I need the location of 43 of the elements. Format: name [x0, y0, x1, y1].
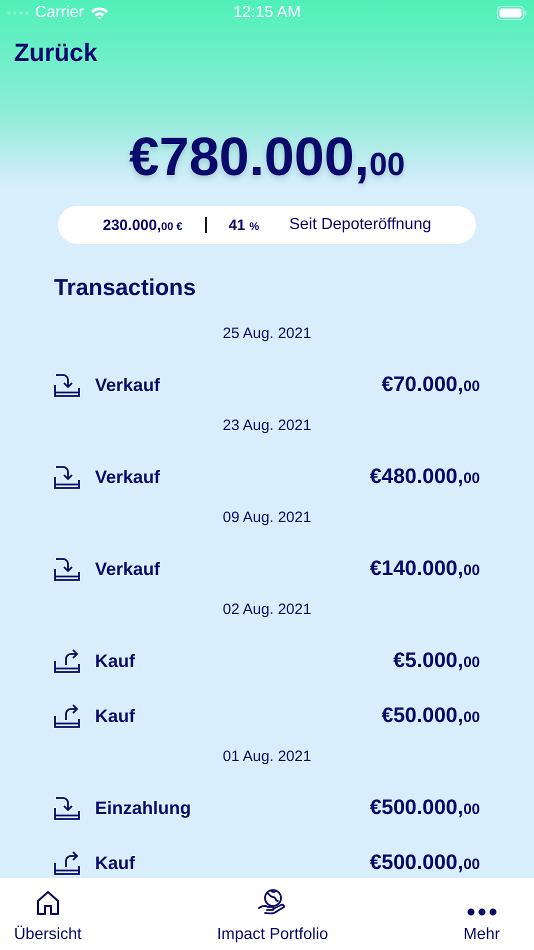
tray-in-icon	[54, 373, 80, 397]
back-button[interactable]: Zurück	[14, 39, 98, 68]
gain-amount: 230.000,00 €	[102, 216, 183, 234]
period-label: Seit Depoteröffnung	[289, 216, 432, 234]
tray-out-icon	[54, 851, 80, 875]
balance-amount: €780.000,00	[128, 126, 406, 188]
tray-out-icon	[54, 649, 80, 673]
section-title: Transactions	[54, 274, 197, 301]
tab-item[interactable]: Übersicht	[14, 878, 82, 950]
status-time: 12:15 AM	[233, 4, 301, 22]
tray-out-icon	[54, 704, 80, 728]
tray-in-icon	[54, 465, 80, 489]
tab-item[interactable]: Mehr	[464, 878, 500, 950]
carrier-label: Carrier	[35, 4, 84, 22]
date-label: 02 Aug. 2021	[222, 601, 312, 619]
wifi-icon	[90, 6, 109, 20]
transaction-type: Kauf	[95, 852, 136, 874]
transaction-amount: €500.000,00	[370, 796, 480, 820]
date-label: 01 Aug. 2021	[222, 748, 312, 766]
transaction-amount: €140.000,00	[370, 557, 480, 581]
tab-item[interactable]: Impact Portfolio	[216, 878, 328, 950]
tray-in-icon	[54, 796, 80, 820]
signal-icon	[7, 10, 29, 14]
gain-percent: 41 %	[228, 216, 260, 234]
transaction-amount: €500.000,00	[370, 851, 480, 875]
transaction-type: Kauf	[95, 706, 136, 726]
date-label: 23 Aug. 2021	[222, 417, 312, 435]
battery-icon	[497, 6, 527, 20]
transaction-type: Kauf	[95, 650, 136, 672]
more-icon	[466, 908, 497, 916]
transaction-type: Verkauf	[95, 466, 162, 488]
transaction-amount: €70.000,00	[382, 373, 480, 397]
transaction-amount: €50.000,00	[382, 704, 480, 728]
tray-in-icon	[54, 557, 80, 581]
transaction-type: Einzahlung	[95, 798, 192, 818]
transaction-amount: €480.000,00	[370, 465, 480, 489]
transaction-type: Verkauf	[95, 374, 162, 396]
transaction-amount: €5.000,00	[393, 649, 480, 673]
globe-in-hand-icon	[258, 888, 288, 916]
date-label: 09 Aug. 2021	[222, 509, 312, 527]
date-label: 25 Aug. 2021	[222, 325, 312, 343]
home-icon	[36, 890, 60, 916]
transaction-type: Verkauf	[95, 558, 162, 580]
